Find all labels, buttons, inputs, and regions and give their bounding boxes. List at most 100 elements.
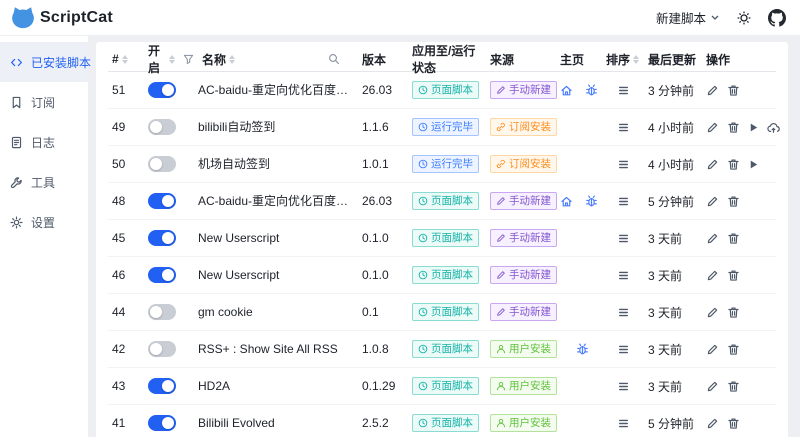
status-cell: 运行完毕	[408, 118, 486, 137]
updated-cell: 4 小时前	[644, 156, 702, 173]
status-cell: 页面脚本	[408, 229, 486, 248]
edit-icon[interactable]	[706, 232, 719, 245]
enable-toggle[interactable]	[148, 82, 176, 98]
sort-carets-icon[interactable]	[122, 55, 128, 64]
edit-icon[interactable]	[706, 269, 719, 282]
clock-icon	[418, 159, 428, 169]
delete-icon[interactable]	[727, 380, 740, 393]
source-badge: 用户安装	[490, 340, 557, 359]
status-cell: 页面脚本	[408, 377, 486, 396]
script-name[interactable]: gm cookie	[198, 294, 358, 331]
sidebar-item-settings[interactable]: 设置	[0, 202, 88, 242]
column-header[interactable]: 排序	[602, 51, 644, 68]
cloud-upload-icon[interactable]	[767, 121, 780, 134]
sidebar-item-tools[interactable]: 工具	[0, 162, 88, 202]
script-name[interactable]: HD2A	[198, 368, 358, 405]
column-header[interactable]: #	[108, 52, 144, 66]
source-cell: 手动新建	[486, 266, 556, 285]
script-name[interactable]: New Userscript	[198, 220, 358, 257]
bug-icon[interactable]	[585, 84, 598, 97]
home-icon[interactable]	[560, 84, 573, 97]
sort-carets-icon[interactable]	[229, 55, 235, 64]
edit-icon[interactable]	[706, 195, 719, 208]
drag-icon[interactable]	[617, 121, 630, 134]
enable-toggle[interactable]	[148, 230, 176, 246]
enable-toggle[interactable]	[148, 415, 176, 431]
drag-icon[interactable]	[617, 158, 630, 171]
version-cell: 26.03	[358, 194, 408, 208]
delete-icon[interactable]	[727, 84, 740, 97]
edit-icon[interactable]	[706, 158, 719, 171]
delete-icon[interactable]	[727, 158, 740, 171]
actions-cell	[702, 306, 776, 319]
script-name[interactable]: New Userscript	[198, 257, 358, 294]
sort-cell	[602, 158, 644, 171]
column-header[interactable]: 名称	[198, 51, 358, 68]
delete-icon[interactable]	[727, 121, 740, 134]
version-cell: 1.1.6	[358, 120, 408, 134]
sidebar-item-subscriptions[interactable]: 订阅	[0, 82, 88, 122]
source-badge: 手动新建	[490, 229, 557, 248]
drag-icon[interactable]	[617, 195, 630, 208]
enable-cell	[144, 304, 198, 320]
delete-icon[interactable]	[727, 417, 740, 430]
enable-toggle[interactable]	[148, 119, 176, 135]
sidebar-item-label: 订阅	[31, 94, 55, 111]
drag-icon[interactable]	[617, 232, 630, 245]
sort-carets-icon[interactable]	[633, 55, 639, 64]
drag-icon[interactable]	[617, 380, 630, 393]
delete-icon[interactable]	[727, 195, 740, 208]
updated-cell: 3 天前	[644, 304, 702, 321]
drag-icon[interactable]	[617, 343, 630, 356]
script-name[interactable]: 机场自动签到	[198, 146, 358, 183]
delete-icon[interactable]	[727, 343, 740, 356]
enable-toggle[interactable]	[148, 156, 176, 172]
sidebar: 已安装脚本订阅日志工具设置	[0, 36, 88, 437]
delete-icon[interactable]	[727, 269, 740, 282]
homepage-cell	[556, 84, 602, 97]
play-icon[interactable]	[748, 158, 759, 171]
drag-icon[interactable]	[617, 306, 630, 319]
script-name[interactable]: bilibili自动签到	[198, 109, 358, 146]
source-badge: 订阅安装	[490, 118, 557, 137]
new-script-button[interactable]: 新建脚本	[656, 8, 720, 27]
filter-icon[interactable]	[183, 54, 194, 65]
bug-icon[interactable]	[576, 343, 589, 356]
play-icon[interactable]	[748, 121, 759, 134]
home-icon[interactable]	[560, 195, 573, 208]
drag-icon[interactable]	[617, 84, 630, 97]
sidebar-item-logs[interactable]: 日志	[0, 122, 88, 162]
status-badge: 运行完毕	[412, 118, 479, 137]
delete-icon[interactable]	[727, 306, 740, 319]
edit-icon[interactable]	[706, 417, 719, 430]
version-cell: 1.0.8	[358, 342, 408, 356]
edit-icon[interactable]	[706, 343, 719, 356]
edit-icon[interactable]	[706, 84, 719, 97]
enable-toggle[interactable]	[148, 267, 176, 283]
delete-icon[interactable]	[727, 232, 740, 245]
drag-icon[interactable]	[617, 417, 630, 430]
edit-icon[interactable]	[706, 306, 719, 319]
enable-toggle[interactable]	[148, 193, 176, 209]
script-name[interactable]: AC-baidu-重定向优化百度搜狗谷歌...	[198, 183, 358, 220]
search-icon[interactable]	[328, 53, 340, 65]
column-header[interactable]: 开启	[144, 42, 198, 76]
script-name[interactable]: RSS+ : Show Site All RSS	[198, 331, 358, 368]
updated-cell: 4 小时前	[644, 119, 702, 136]
sort-cell	[602, 343, 644, 356]
bug-icon[interactable]	[585, 195, 598, 208]
sort-carets-icon[interactable]	[169, 55, 175, 64]
sidebar-item-installed-scripts[interactable]: 已安装脚本	[0, 42, 88, 82]
drag-icon[interactable]	[617, 269, 630, 282]
enable-toggle[interactable]	[148, 304, 176, 320]
source-badge: 手动新建	[490, 303, 557, 322]
script-name[interactable]: Bilibili Evolved	[198, 405, 358, 437]
enable-toggle[interactable]	[148, 341, 176, 357]
edit-icon[interactable]	[706, 121, 719, 134]
enable-toggle[interactable]	[148, 378, 176, 394]
theme-toggle-button[interactable]	[736, 10, 752, 26]
edit-icon[interactable]	[706, 380, 719, 393]
status-badge: 页面脚本	[412, 377, 479, 396]
script-name[interactable]: AC-baidu-重定向优化百度搜狗谷歌...	[198, 72, 358, 109]
github-button[interactable]	[768, 9, 786, 27]
